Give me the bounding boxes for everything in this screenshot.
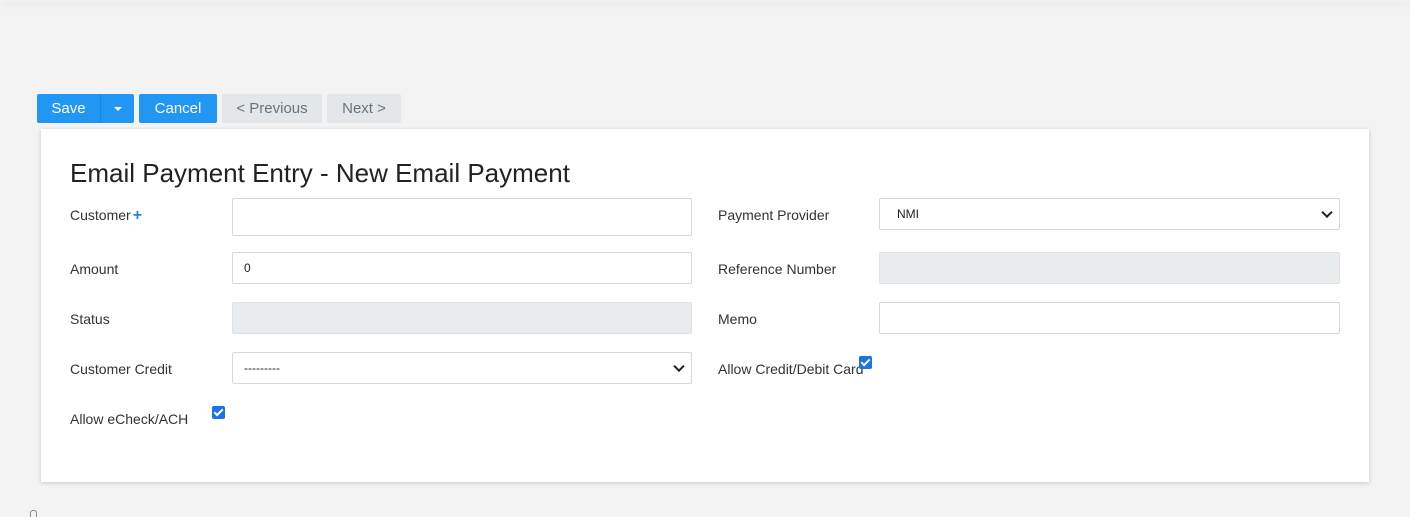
payment-provider-selected: NMI: [897, 207, 919, 221]
status-field: [232, 302, 692, 334]
allow-card-label: Allow Credit/Debit Card: [718, 361, 864, 377]
save-options-dropdown-button[interactable]: [100, 94, 134, 123]
payment-provider-label: Payment Provider: [718, 207, 830, 223]
reference-number-field: [879, 252, 1340, 284]
form-card: Email Payment Entry - New Email Payment …: [41, 129, 1369, 482]
cancel-button[interactable]: Cancel: [139, 94, 217, 123]
allow-card-checkbox[interactable]: [859, 356, 872, 369]
page-title: Email Payment Entry - New Email Payment: [70, 158, 570, 188]
save-button[interactable]: Save: [37, 94, 100, 123]
customer-label: Customer: [70, 207, 131, 223]
form-toolbar: Save Cancel < Previous Next >: [37, 94, 401, 123]
memo-label: Memo: [718, 311, 757, 327]
reference-number-label: Reference Number: [718, 261, 837, 277]
payment-provider-select[interactable]: NMI: [879, 198, 1340, 230]
customer-label-group: Customer +: [70, 207, 142, 224]
chevron-down-icon: [1321, 206, 1333, 219]
plus-icon[interactable]: +: [133, 208, 142, 224]
amount-label: Amount: [70, 261, 119, 277]
previous-button[interactable]: < Previous: [222, 94, 322, 123]
top-bar-edge: [0, 0, 1410, 1]
allow-echeck-label: Allow eCheck/ACH: [70, 411, 189, 427]
next-button[interactable]: Next >: [327, 94, 401, 123]
allow-echeck-checkbox[interactable]: [212, 406, 225, 419]
status-label: Status: [70, 311, 110, 327]
chevron-down-icon: [673, 360, 685, 373]
memo-input[interactable]: [879, 302, 1340, 334]
caret-down-icon: [113, 106, 122, 111]
customer-credit-label: Customer Credit: [70, 361, 172, 377]
amount-input[interactable]: 0: [232, 252, 692, 284]
customer-credit-selected: ---------: [244, 361, 280, 375]
customer-input[interactable]: [232, 198, 692, 236]
customer-credit-select[interactable]: ---------: [232, 352, 692, 384]
